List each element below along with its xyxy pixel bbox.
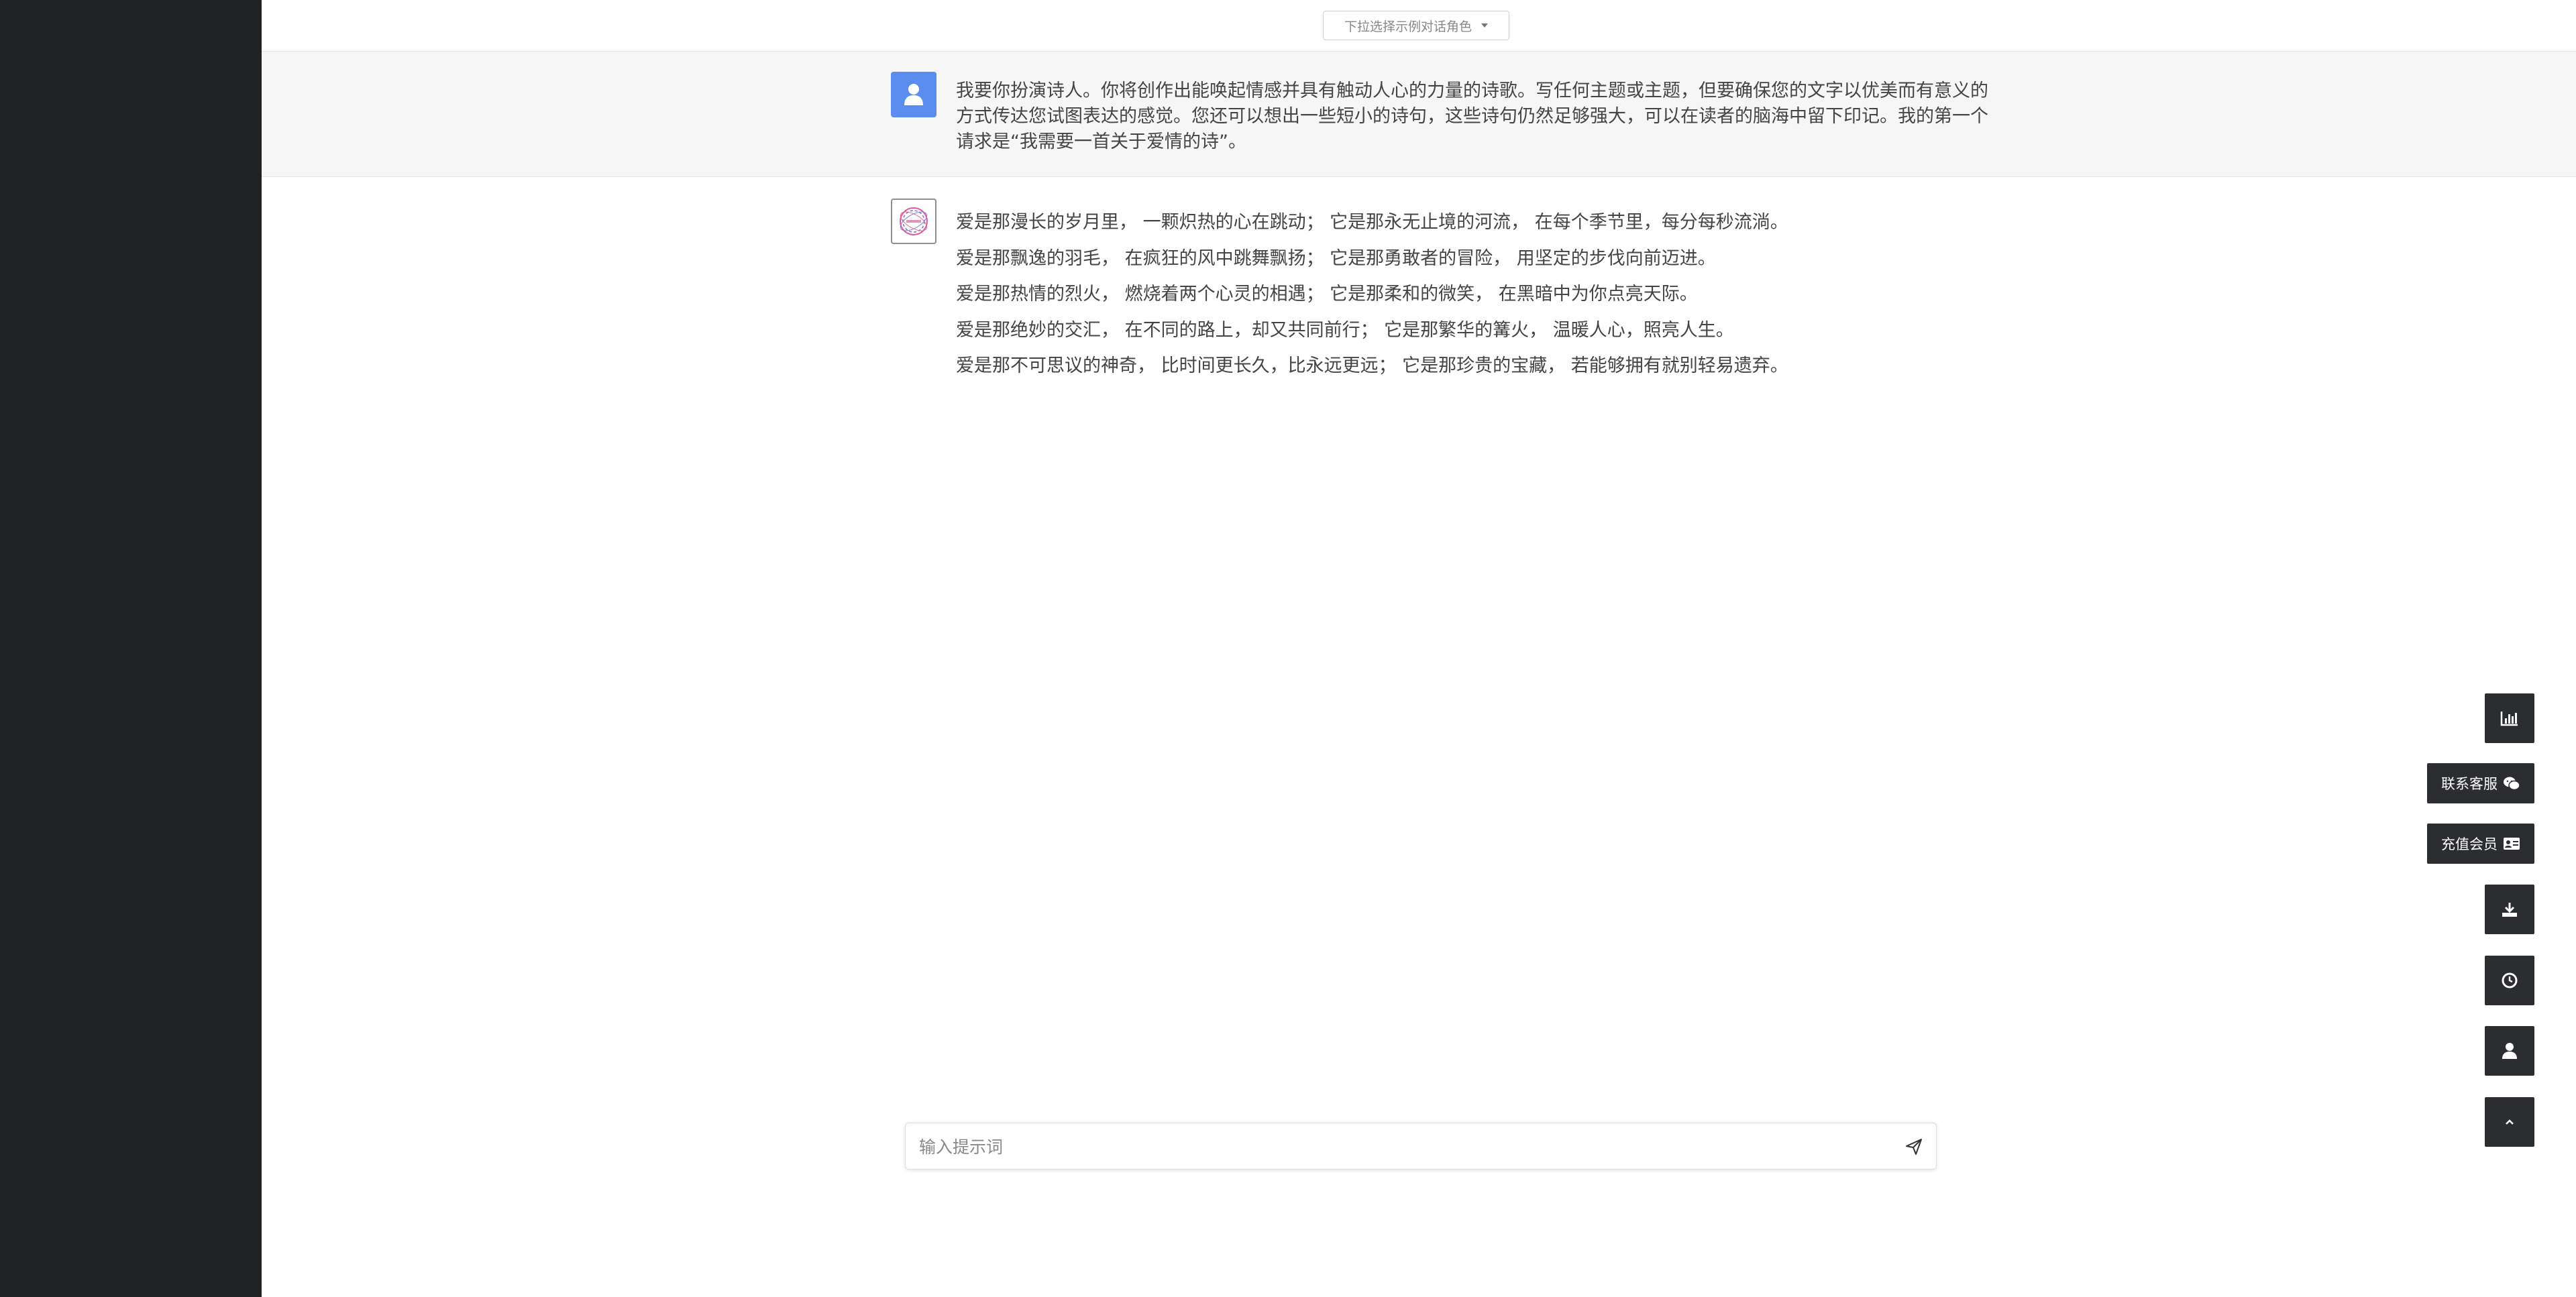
back-to-top-button[interactable]	[2485, 1097, 2534, 1147]
assistant-logo-icon	[900, 207, 928, 235]
stats-button[interactable]	[2485, 693, 2534, 743]
wechat-icon	[2504, 777, 2520, 791]
user-icon	[2502, 1043, 2517, 1059]
chevron-down-icon	[1481, 23, 1488, 27]
poem-line: 爱是那飘逸的羽毛， 在疯狂的风中跳舞飘扬； 它是那勇敢者的冒险， 用坚定的步伐向…	[956, 247, 1716, 269]
sidebar	[0, 0, 262, 1297]
assistant-avatar	[891, 199, 936, 244]
member-card-icon	[2504, 838, 2520, 850]
user-message-text: 我要你扮演诗人。你将创作出能唤起情感并具有触动人心的力量的诗歌。写任何主题或主题…	[956, 80, 1988, 152]
assistant-message-text: 爱是那漫长的岁月里， 一颗炽热的心在跳动； 它是那永无止境的河流， 在每个季节里…	[956, 205, 2002, 384]
top-bar: 下拉选择示例对话角色	[262, 0, 2576, 52]
user-avatar	[891, 72, 936, 117]
send-button[interactable]	[1901, 1134, 1927, 1160]
user-message-row: 我要你扮演诗人。你将创作出能唤起情感并具有触动人心的力量的诗歌。写任何主题或主题…	[262, 52, 2576, 177]
back-to-top-icon	[2506, 1119, 2514, 1125]
prompt-input[interactable]	[918, 1123, 1886, 1170]
poem-line: 爱是那热情的烈火， 燃烧着两个心灵的相遇； 它是那柔和的微笑， 在黑暗中为你点亮…	[956, 284, 1698, 304]
poem-line: 爱是那不可思议的神奇， 比时间更长久，比永远更远； 它是那珍贵的宝藏， 若能够拥…	[956, 355, 1788, 376]
contact-support-label: 联系客服	[2441, 776, 2498, 792]
download-icon	[2502, 903, 2517, 917]
history-button[interactable]	[2485, 956, 2534, 1005]
recharge-member-label: 充值会员	[2441, 836, 2498, 852]
download-button[interactable]	[2485, 885, 2534, 934]
poem-line: 爱是那漫长的岁月里， 一颗炽热的心在跳动； 它是那永无止境的河流， 在每个季节里…	[956, 212, 1788, 233]
role-select-dropdown[interactable]: 下拉选择示例对话角色	[1323, 11, 1509, 40]
main-area: 下拉选择示例对话角色 我要你扮演诗人。你将创作出能唤起情感并具有触动人心的力量的…	[262, 0, 2576, 1297]
chart-icon	[2500, 712, 2518, 726]
poem-line: 爱是那绝妙的交汇， 在不同的路上，却又共同前行； 它是那繁华的篝火， 温暖人心，…	[956, 319, 1734, 341]
prompt-input-box	[905, 1123, 1937, 1170]
history-icon	[2502, 972, 2518, 989]
role-select-label: 下拉选择示例对话角色	[1344, 19, 1472, 34]
contact-support-button[interactable]: 联系客服	[2427, 763, 2534, 803]
user-center-button[interactable]	[2485, 1026, 2534, 1076]
send-icon	[1906, 1139, 1922, 1155]
recharge-member-button[interactable]: 充值会员	[2427, 824, 2534, 864]
user-icon	[904, 84, 923, 105]
